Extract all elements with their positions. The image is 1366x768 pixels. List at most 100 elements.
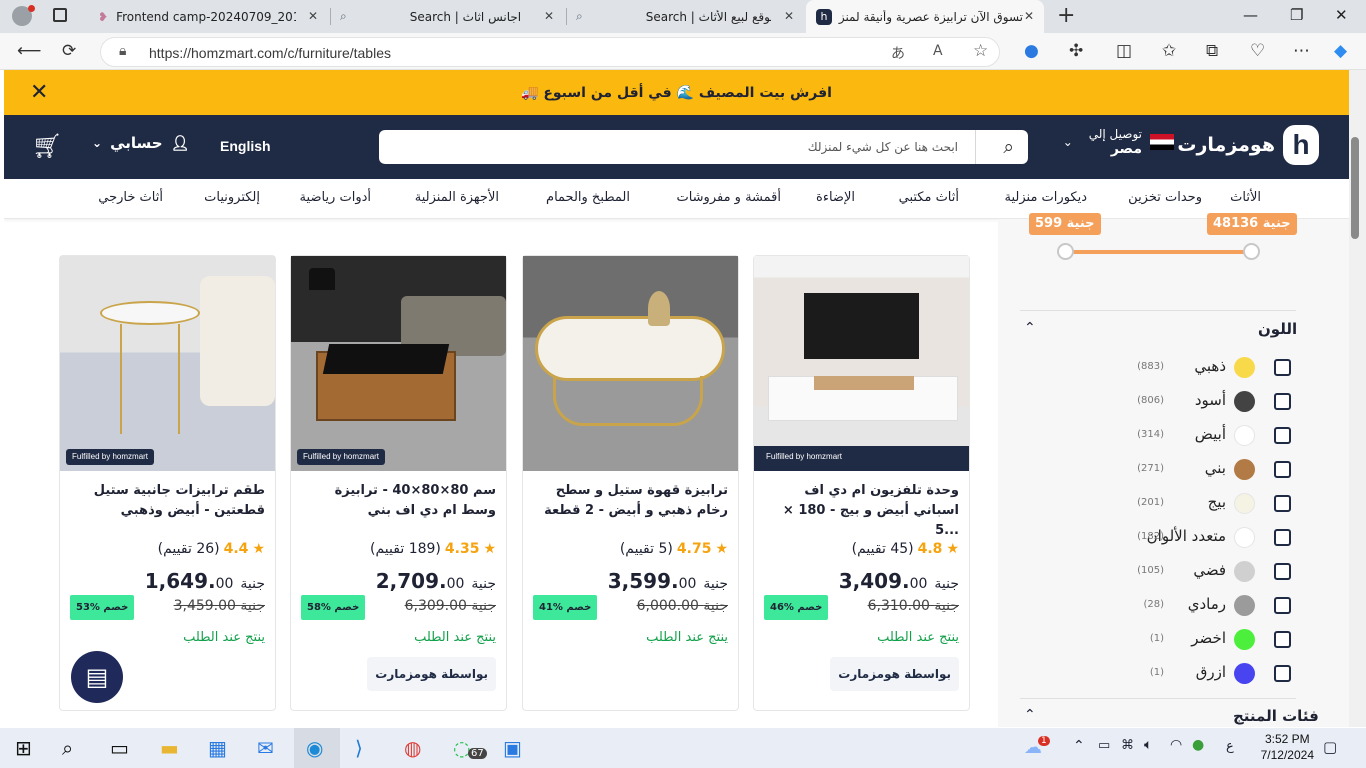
copilot-icon[interactable]: ◆ <box>1334 41 1347 61</box>
color-checkbox[interactable] <box>1274 665 1291 682</box>
close-tab-icon[interactable]: ✕ <box>1024 9 1034 23</box>
edge-icon[interactable]: ◉ <box>306 736 323 760</box>
product-image[interactable]: Fulfilled by homzmart <box>291 256 506 471</box>
color-checkbox[interactable] <box>1274 495 1291 512</box>
translate-icon[interactable]: あ <box>891 43 905 63</box>
search-input[interactable]: ابحث هنا عن كل شيء لمنزلك <box>808 140 958 154</box>
network-icon[interactable]: ⌘ <box>1121 738 1134 753</box>
category-filter-heading[interactable]: فئات المنتج <box>1233 707 1319 725</box>
product-title[interactable]: وحدة تلفزيون ام دي اف اسباني أبيض و بيج … <box>764 481 959 541</box>
color-checkbox[interactable] <box>1274 631 1291 648</box>
nav-item-decor[interactable]: ديكورات منزلية <box>1005 190 1087 205</box>
split-screen-icon[interactable]: ◫ <box>1116 41 1132 61</box>
tab-actions-icon[interactable] <box>53 8 67 22</box>
product-title[interactable]: ترابيزة قهوة ستيل و سطح رخام ذهبي و أبيض… <box>533 481 728 521</box>
address-bar[interactable]: 🔒︎ https://homzmart.com/c/furniture/tabl… <box>100 37 1000 67</box>
color-filter-heading[interactable]: اللون <box>1258 320 1297 338</box>
start-icon[interactable]: ⊞ <box>15 736 32 760</box>
more-menu-icon[interactable]: ⋯ <box>1293 41 1310 61</box>
nav-item-office[interactable]: أثاث مكتبي <box>899 190 959 205</box>
chevron-up-icon[interactable]: ⌃ <box>1024 707 1036 723</box>
wifi-icon[interactable]: ◠ <box>1170 737 1182 753</box>
nav-item-outdoor[interactable]: أثاث خارجي <box>98 190 163 205</box>
collections-icon[interactable]: ⧉ <box>1206 41 1218 61</box>
favorites-icon[interactable]: ✩ <box>1162 41 1176 61</box>
close-icon[interactable]: ✕ <box>30 80 48 105</box>
price-max-handle[interactable] <box>1243 243 1260 260</box>
refresh-icon[interactable]: ⟳ <box>62 41 76 61</box>
photos-icon[interactable]: ▣ <box>503 736 522 760</box>
favorite-star-icon[interactable]: ☆ <box>973 41 988 61</box>
nav-item-furniture[interactable]: الأثاث <box>1230 190 1261 205</box>
color-filter-option[interactable]: أسود (806) <box>1100 389 1300 419</box>
product-card[interactable]: Fulfilled by homzmart طقم ترابيزات جانبي… <box>59 255 276 711</box>
close-tab-icon[interactable]: ✕ <box>544 9 554 23</box>
nav-item-appliances[interactable]: الأجهزة المنزلية <box>415 190 499 205</box>
color-checkbox[interactable] <box>1274 359 1291 376</box>
file-explorer-icon[interactable]: ▬ <box>160 736 179 760</box>
product-image[interactable]: Fulfilled by homzmart <box>60 256 275 471</box>
color-filter-option[interactable]: فضي (105) <box>1100 559 1300 589</box>
color-filter-option[interactable]: ازرق (1) <box>1100 661 1300 691</box>
read-aloud-icon[interactable]: A <box>933 43 943 59</box>
close-tab-icon[interactable]: ✕ <box>784 9 794 23</box>
color-filter-option[interactable]: بني (271) <box>1100 457 1300 487</box>
cart-icon[interactable]: 🛒︎ <box>32 132 62 160</box>
color-filter-option[interactable]: رمادي (28) <box>1100 593 1300 623</box>
close-tab-icon[interactable]: ✕ <box>308 9 318 23</box>
tab-search-2[interactable]: ⌕ Search | موقع لبيع الأثاث ✕ <box>568 0 804 33</box>
tab-search-1[interactable]: ⌕ Search | اجانس اثاث ✕ <box>332 0 564 33</box>
new-tab-button[interactable]: + <box>1057 3 1075 28</box>
tab-frontend-camp[interactable]: ❥ Frontend camp-20240709_20133 ✕ <box>88 0 328 33</box>
product-card[interactable]: Fulfilled by homzmart وحدة تلفزيون ام دي… <box>753 255 970 711</box>
battery-icon[interactable]: ▭ <box>1098 738 1110 753</box>
close-window-icon[interactable]: ✕ <box>1335 6 1348 24</box>
search-icon[interactable]: ⌕ <box>1003 136 1014 158</box>
color-checkbox[interactable] <box>1274 393 1291 410</box>
product-image[interactable]: Fulfilled by homzmart <box>754 256 969 471</box>
product-image[interactable] <box>523 256 738 471</box>
extension-globe-icon[interactable]: ● <box>1024 41 1039 61</box>
mail-icon[interactable]: ✉ <box>257 736 274 760</box>
site-logo[interactable]: h هومزمارت <box>1177 125 1319 165</box>
scrollbar-thumb[interactable] <box>1351 137 1359 239</box>
product-title[interactable]: سم 80×80×40 - ترابيزة وسط ام دي اف بني <box>301 481 496 521</box>
color-checkbox[interactable] <box>1274 529 1291 546</box>
promo-banner[interactable]: افرش بيت المصيف 🌊 في أقل من اسبوع 🚚 ✕ <box>4 70 1349 115</box>
minimize-icon[interactable]: — <box>1243 6 1258 24</box>
product-card[interactable]: ترابيزة قهوة ستيل و سطح رخام ذهبي و أبيض… <box>522 255 739 711</box>
price-min-handle[interactable] <box>1057 243 1074 260</box>
nav-item-electronics[interactable]: إلكترونيات <box>204 190 260 205</box>
nav-item-kitchen[interactable]: المطبخ والحمام <box>546 190 630 205</box>
nav-item-sports[interactable]: أدوات رياضية <box>300 190 371 205</box>
store-icon[interactable]: ▦ <box>208 736 227 760</box>
task-view-icon[interactable]: ▭ <box>110 736 129 760</box>
product-title[interactable]: طقم ترابيزات جانبية ستيل قطعتين - أبيض و… <box>70 481 265 521</box>
color-checkbox[interactable] <box>1274 461 1291 478</box>
color-checkbox[interactable] <box>1274 427 1291 444</box>
color-filter-option[interactable]: ذهبي (883) <box>1100 355 1300 385</box>
color-filter-option[interactable]: اخضر (1) <box>1100 627 1300 657</box>
chrome-icon[interactable]: ◍ <box>404 736 421 760</box>
color-filter-option[interactable]: أبيض (314) <box>1100 423 1300 453</box>
search-bar[interactable]: ⌕ ابحث هنا عن كل شيء لمنزلك <box>379 130 1028 164</box>
nav-item-lighting[interactable]: الإضاءة <box>816 190 855 205</box>
color-filter-option[interactable]: متعدد الألوان (182) <box>1100 525 1300 555</box>
delivery-location-selector[interactable]: توصيل إلي مصر ⌄ <box>1063 127 1174 157</box>
product-card[interactable]: Fulfilled by homzmart سم 80×80×40 - تراب… <box>290 255 507 711</box>
nav-item-storage[interactable]: وحدات تخزين <box>1128 190 1202 205</box>
extensions-icon[interactable]: ✣ <box>1069 41 1083 61</box>
tray-chevron-icon[interactable]: ⌃ <box>1073 738 1085 754</box>
color-checkbox[interactable] <box>1274 597 1291 614</box>
system-clock[interactable]: 3:52 PM 7/12/2024 <box>1261 731 1314 763</box>
language-switch[interactable]: English <box>220 138 271 154</box>
nav-item-textiles[interactable]: أقمشة و مفروشات <box>676 190 781 205</box>
back-icon[interactable]: ⟵ <box>17 41 41 61</box>
volume-icon[interactable]: 🔈︎ <box>1144 737 1152 753</box>
search-icon[interactable]: ⌕ <box>62 736 73 760</box>
notifications-icon[interactable]: ▢ <box>1323 738 1337 756</box>
tab-homzmart[interactable]: h تسوق الآن ترابيزة عصرية وأنيقة لمنزلك … <box>806 0 1044 33</box>
color-checkbox[interactable] <box>1274 563 1291 580</box>
app-tray-icon[interactable]: ● <box>1192 737 1204 753</box>
chevron-up-icon[interactable]: ⌃ <box>1024 320 1036 336</box>
